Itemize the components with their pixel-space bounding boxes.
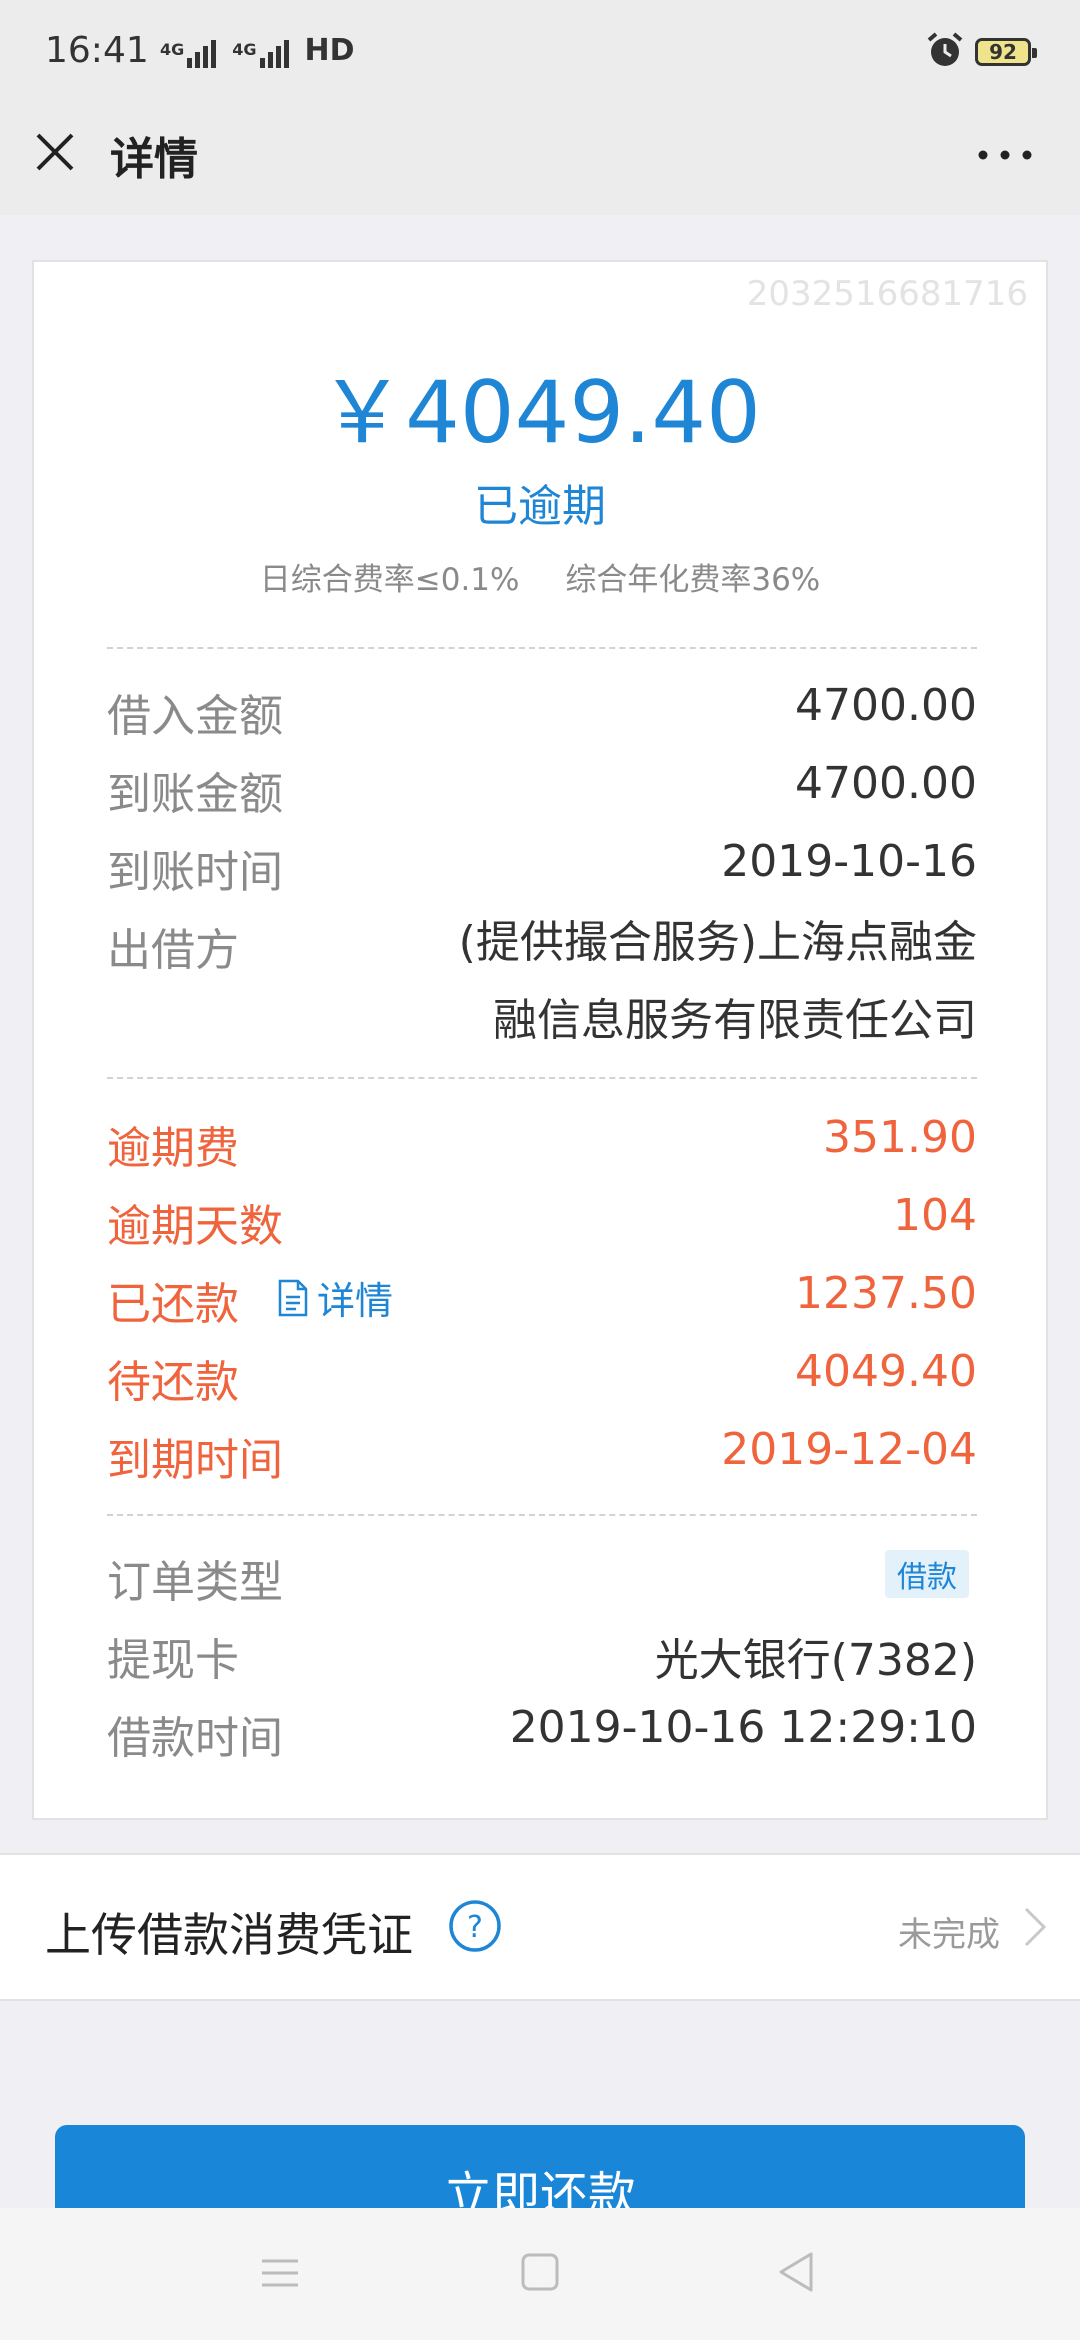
battery-icon: 92 bbox=[975, 38, 1037, 66]
menu-icon[interactable] bbox=[260, 2253, 300, 2293]
loan-status: 已逾期 bbox=[474, 481, 606, 532]
amount-due: ￥4049.40 bbox=[319, 363, 761, 463]
daily-rate: 日综合费率≤0.1% bbox=[259, 562, 520, 598]
upload-status: 未完成 bbox=[898, 1915, 1000, 1955]
network-indicators: 4G 4G HD bbox=[160, 33, 355, 68]
loan-detail-card: 2032516681716 ￥4049.40 已逾期 日综合费率≤0.1% 综合… bbox=[32, 260, 1048, 1820]
divider bbox=[107, 647, 977, 649]
order-id: 2032516681716 bbox=[746, 274, 1028, 314]
annual-rate: 综合年化费率36% bbox=[565, 562, 821, 598]
hd-indicator: HD bbox=[304, 33, 355, 68]
more-icon[interactable] bbox=[975, 145, 1035, 165]
lender-row: 出借方 (提供撮合服务)上海点融金 融信息服务有限责任公司 bbox=[107, 914, 977, 1074]
divider bbox=[107, 1077, 977, 1079]
title-bar: 详情 bbox=[0, 105, 1080, 215]
close-icon[interactable] bbox=[30, 127, 80, 177]
loan-time-row: 借款时间 2019-10-16 12:29:10 bbox=[107, 1702, 977, 1764]
divider bbox=[107, 1514, 977, 1516]
pending-row: 待还款 4049.40 bbox=[107, 1346, 977, 1408]
status-bar: 16:41 4G 4G HD 92 bbox=[0, 0, 1080, 105]
system-nav-bar bbox=[0, 2208, 1080, 2340]
home-icon[interactable] bbox=[520, 2252, 560, 2292]
repaid-row: 已还款 详情 1237.50 bbox=[107, 1268, 977, 1330]
status-time: 16:41 bbox=[45, 30, 149, 71]
upload-voucher-label: 上传借款消费凭证 bbox=[45, 1908, 413, 1962]
signal-icon: 4G bbox=[160, 40, 217, 68]
help-icon[interactable]: ? bbox=[448, 1899, 502, 1953]
document-icon bbox=[278, 1279, 308, 1316]
svg-text:?: ? bbox=[467, 1910, 483, 1945]
overdue-days-row: 逾期天数 104 bbox=[107, 1190, 977, 1252]
repaid-detail-link[interactable]: 详情 bbox=[277, 1270, 393, 1325]
info-row: 借入金额 4700.00 bbox=[107, 680, 977, 742]
page-title: 详情 bbox=[110, 134, 198, 185]
alarm-icon bbox=[927, 32, 963, 66]
signal-icon: 4G bbox=[232, 40, 289, 68]
due-date-row: 到期时间 2019-12-04 bbox=[107, 1424, 977, 1486]
order-type-tag: 借款 bbox=[885, 1550, 969, 1598]
card-row: 提现卡 光大银行(7382) bbox=[107, 1635, 977, 1686]
rate-info: 日综合费率≤0.1% 综合年化费率36% bbox=[34, 554, 1046, 599]
order-type-row: 订单类型 借款 bbox=[107, 1546, 977, 1608]
back-icon[interactable] bbox=[775, 2250, 817, 2294]
overdue-fee-row: 逾期费 351.90 bbox=[107, 1112, 977, 1174]
chevron-right-icon bbox=[1024, 1907, 1047, 1947]
lender-name: (提供撮合服务)上海点融金 融信息服务有限责任公司 bbox=[458, 917, 977, 1046]
info-row: 到账时间 2019-10-16 bbox=[107, 836, 977, 898]
info-row: 到账金额 4700.00 bbox=[107, 758, 977, 820]
upload-voucher-row[interactable]: 上传借款消费凭证 ? 未完成 bbox=[0, 1853, 1080, 2001]
